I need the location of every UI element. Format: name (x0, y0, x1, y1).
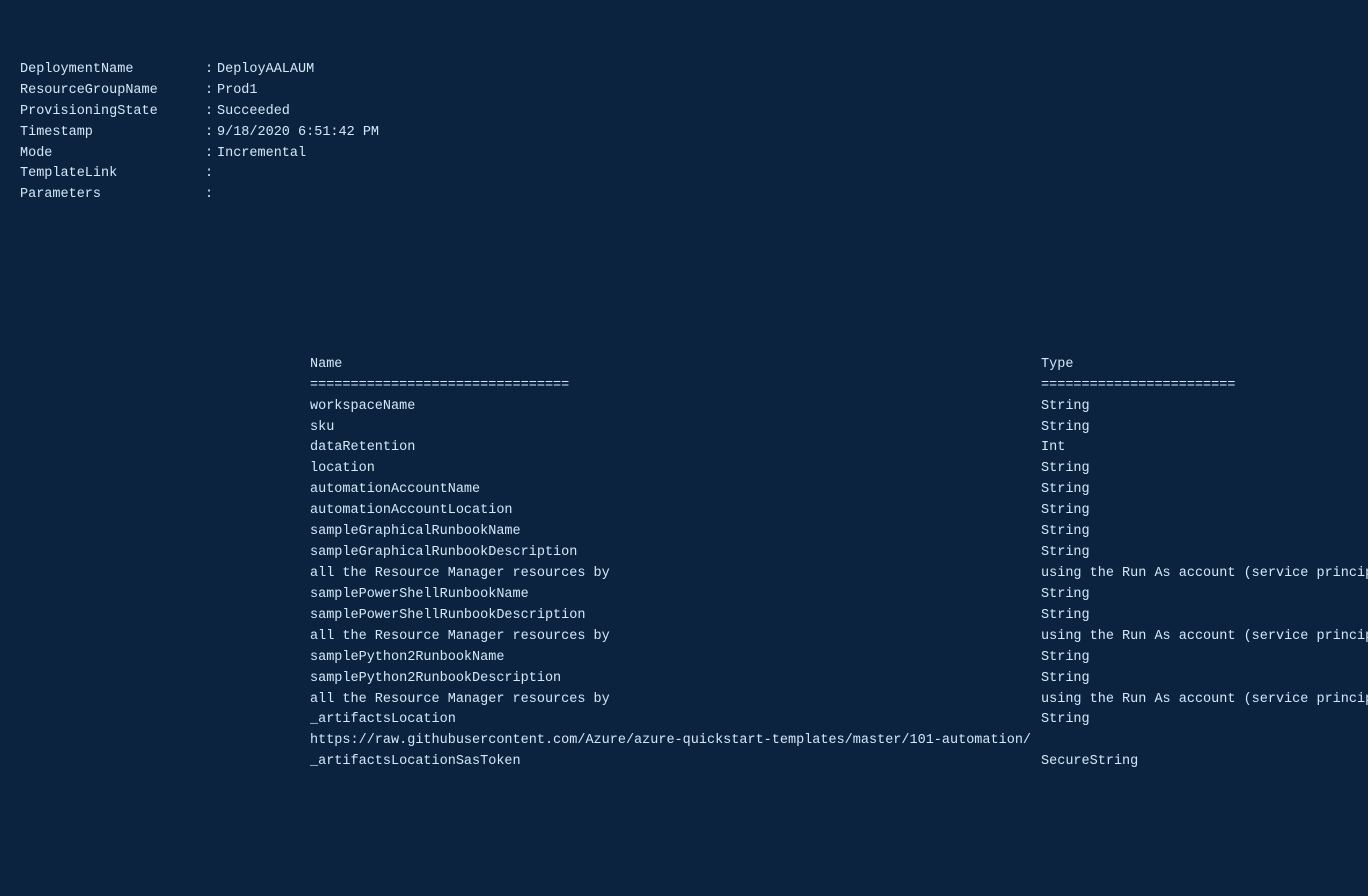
row-type-9: String (1041, 585, 1368, 606)
table-row: location String eastus (310, 459, 1368, 480)
row-type-3: String (1041, 459, 1368, 480)
table-row: dataRetention Int 30 (310, 438, 1368, 459)
row-type-8: using the Run As account (service princi… (1041, 564, 1368, 585)
row-name-9: samplePowerShellRunbookName (310, 585, 1041, 606)
sep-name: ================================ (310, 376, 1041, 397)
row-type-6: String (1041, 522, 1368, 543)
table-row: sku String pergb2018 (310, 418, 1368, 439)
val-mode: Incremental (217, 144, 379, 165)
table-row: sampleGraphicalRunbookName String AzureA… (310, 522, 1368, 543)
table-row: samplePowerShellRunbookName String Azure… (310, 585, 1368, 606)
table-row: automationAccountLocation String eastus2 (310, 501, 1368, 522)
parameters-section: Name Type Value ========================… (20, 271, 1348, 857)
table-row: _artifactsLocationSasToken SecureString (310, 752, 1368, 773)
table-row: https://raw.githubusercontent.com/Azure/… (310, 731, 1368, 752)
row-name-15: _artifactsLocation (310, 710, 1041, 731)
row-type-12: String (1041, 648, 1368, 669)
sep-template-link: : (205, 164, 217, 185)
row-name-6: sampleGraphicalRunbookName (310, 522, 1041, 543)
row-type-14: using the Run As account (service princi… (1041, 690, 1368, 711)
row-name-14: all the Resource Manager resources by (310, 690, 1041, 711)
key-deployment-name: DeploymentName (20, 60, 205, 81)
row-name-4: automationAccountName (310, 480, 1041, 501)
table-row: all the Resource Manager resources by us… (310, 690, 1368, 711)
mode-row: Mode : Incremental (20, 144, 379, 165)
row-name-10: samplePowerShellRunbookDescription (310, 606, 1041, 627)
row-type-10: String (1041, 606, 1368, 627)
row-type-5: String (1041, 501, 1368, 522)
table-row: automationAccountName String Prod1-AA (310, 480, 1368, 501)
row-name-12: samplePython2RunbookName (310, 648, 1041, 669)
table-row: samplePython2RunbookName String AzureAut… (310, 648, 1368, 669)
sep-mode: : (205, 144, 217, 165)
row-name-0: workspaceName (310, 397, 1041, 418)
separator-row: ================================ =======… (310, 376, 1368, 397)
row-type-17: SecureString (1041, 752, 1368, 773)
sep-timestamp: : (205, 123, 217, 144)
row-type-0: String (1041, 397, 1368, 418)
deployment-name-row: DeploymentName : DeployAALAUM (20, 60, 379, 81)
params-indent: Name Type Value ========================… (310, 313, 1348, 815)
row-name-2: dataRetention (310, 438, 1041, 459)
param-header-row: Name Type Value (310, 355, 1368, 376)
row-type-15: String (1041, 710, 1368, 731)
row-name-1: sku (310, 418, 1041, 439)
val-timestamp: 9/18/2020 6:51:42 PM (217, 123, 379, 144)
row-name-3: location (310, 459, 1041, 480)
val-template-link (217, 164, 379, 185)
resource-group-row: ResourceGroupName : Prod1 (20, 81, 379, 102)
row-name-13: samplePython2RunbookDescription (310, 669, 1041, 690)
table-row: sampleGraphicalRunbookDescription String… (310, 543, 1368, 564)
key-mode: Mode (20, 144, 205, 165)
row-type-11: using the Run As account (service princi… (1041, 627, 1368, 648)
parameters-row: Parameters : (20, 185, 379, 206)
row-name-5: automationAccountLocation (310, 501, 1041, 522)
provisioning-state-row: ProvisioningState : Succeeded (20, 102, 379, 123)
row-type-2: Int (1041, 438, 1368, 459)
row-name-11: all the Resource Manager resources by (310, 627, 1041, 648)
row-type-7: String (1041, 543, 1368, 564)
table-row: workspaceName String Prod1-LA (310, 397, 1368, 418)
row-type-1: String (1041, 418, 1368, 439)
terminal: DeploymentName : DeployAALAUM ResourceGr… (20, 18, 1348, 878)
sep-provisioning-state: : (205, 102, 217, 123)
header-name: Name (310, 355, 1041, 376)
table-row: samplePython2RunbookDescription String A… (310, 669, 1368, 690)
val-resource-group: Prod1 (217, 81, 379, 102)
row-type-4: String (1041, 480, 1368, 501)
sep-parameters: : (205, 185, 217, 206)
key-resource-group: ResourceGroupName (20, 81, 205, 102)
key-provisioning-state: ProvisioningState (20, 102, 205, 123)
val-deployment-name: DeployAALAUM (217, 60, 379, 81)
table-row: all the Resource Manager resources by us… (310, 564, 1368, 585)
timestamp-row: Timestamp : 9/18/2020 6:51:42 PM (20, 123, 379, 144)
row-name-8: all the Resource Manager resources by (310, 564, 1041, 585)
template-link-row: TemplateLink : (20, 164, 379, 185)
val-provisioning-state: Succeeded (217, 102, 379, 123)
row-name-7: sampleGraphicalRunbookDescription (310, 543, 1041, 564)
info-block: DeploymentName : DeployAALAUM ResourceGr… (20, 60, 379, 206)
table-row: _artifactsLocation String (310, 710, 1368, 731)
table-row: all the Resource Manager resources by us… (310, 627, 1368, 648)
val-parameters (217, 185, 379, 206)
row-type-13: String (1041, 669, 1368, 690)
key-timestamp: Timestamp (20, 123, 205, 144)
row-name-17: _artifactsLocationSasToken (310, 752, 1041, 773)
sep-deployment-name: : (205, 60, 217, 81)
param-table: Name Type Value ========================… (310, 355, 1368, 773)
table-row: samplePowerShellRunbookDescription Strin… (310, 606, 1368, 627)
key-parameters: Parameters (20, 185, 205, 206)
header-type: Type (1041, 355, 1368, 376)
sep-type: ======================== (1041, 376, 1368, 397)
row-url: https://raw.githubusercontent.com/Azure/… (310, 731, 1041, 752)
sep-resource-group: : (205, 81, 217, 102)
key-template-link: TemplateLink (20, 164, 205, 185)
